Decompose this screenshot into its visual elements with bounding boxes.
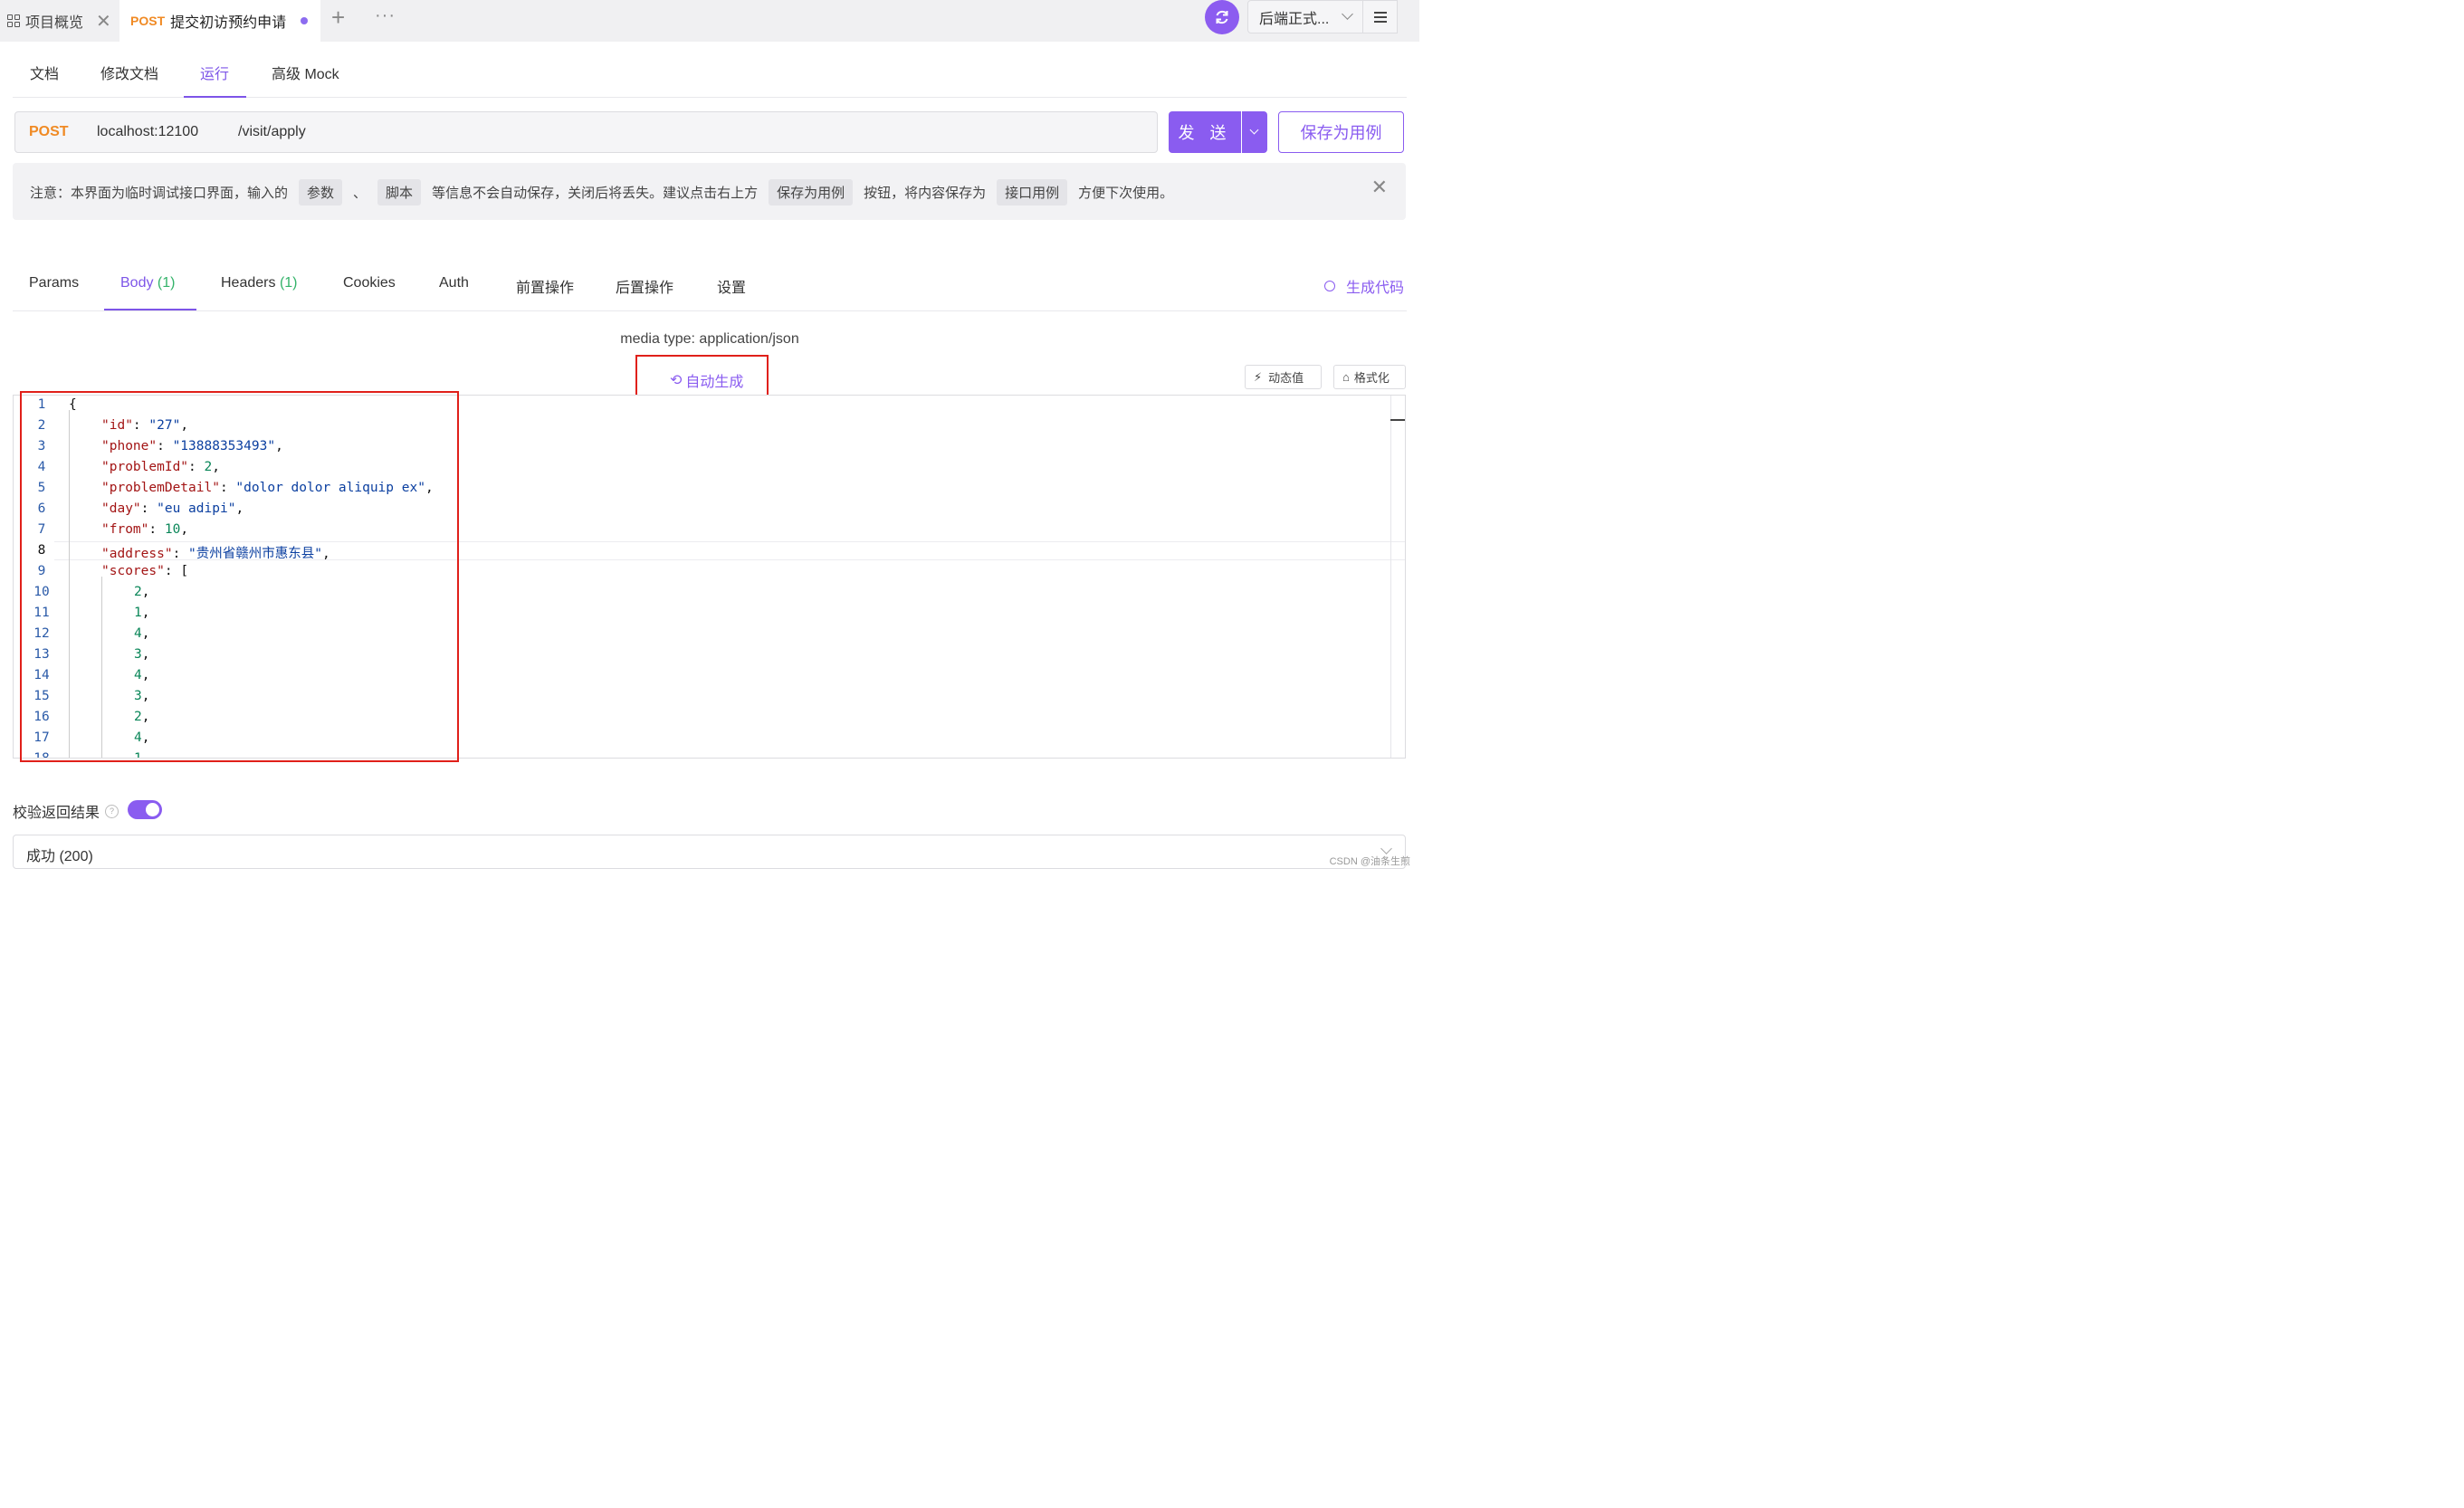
chevron-down-icon	[1342, 8, 1353, 20]
media-type-label: media type: application/json	[620, 331, 799, 347]
notice-text: 按钮，将内容保存为	[864, 186, 987, 201]
tab-headers-label: Headers	[221, 275, 276, 291]
request-host: localhost:12100	[97, 124, 199, 139]
tab-request-title: 提交初访预约申请	[170, 15, 287, 31]
generate-code-label: 生成代码	[1346, 281, 1405, 296]
notice-chip-api-case: 接口用例	[997, 179, 1068, 205]
tab-project-overview-label: 项目概览	[25, 15, 84, 31]
notice-chip-params: 参数	[299, 179, 343, 205]
temporary-debug-notice: 注意：本界面为临时调试接口界面，输入的 参数 、 脚本 等信息不会自动保存，关闭…	[13, 163, 1406, 220]
tab-project-overview[interactable]: 项目概览 ✕	[0, 0, 119, 42]
generate-code-button[interactable]: 生成代码	[1324, 275, 1404, 297]
tab-method-badge: POST	[130, 14, 166, 28]
hamburger-menu-button[interactable]	[1363, 0, 1398, 33]
unsaved-dot-icon	[301, 17, 309, 24]
http-method[interactable]: POST	[29, 124, 69, 140]
code-gen-icon	[1324, 281, 1335, 291]
editor-scroll-thumb[interactable]	[1390, 419, 1405, 421]
tab-advanced-mock[interactable]: 高级 Mock	[272, 62, 339, 83]
chevron-down-icon	[1380, 843, 1392, 854]
watermark: CSDN @油条生煎	[1329, 856, 1410, 867]
notice-text: 注意：本界面为临时调试接口界面，输入的	[30, 186, 289, 201]
notice-chip-script: 脚本	[377, 179, 422, 205]
save-as-case-button[interactable]: 保存为用例	[1278, 111, 1404, 153]
format-label: 格式化	[1353, 371, 1390, 385]
tab-edit-doc[interactable]: 修改文档	[100, 62, 158, 83]
sync-button[interactable]	[1205, 0, 1239, 34]
send-dropdown-button[interactable]	[1242, 111, 1267, 153]
validate-response-row: 校验返回结果 ?	[13, 800, 119, 822]
environment-select[interactable]: 后端正式...	[1247, 0, 1363, 33]
tab-request-apply[interactable]: POST 提交初访预约申请	[119, 0, 320, 42]
response-result-value: 成功 (200)	[26, 849, 93, 864]
tab-run[interactable]: 运行	[200, 62, 229, 83]
response-result-select[interactable]: 成功 (200)	[13, 835, 1406, 869]
close-icon[interactable]: ✕	[96, 10, 111, 33]
active-tab-indicator	[104, 309, 196, 310]
request-url-bar[interactable]: POST localhost:12100 /visit/apply	[14, 111, 1158, 153]
tab-params[interactable]: Params	[29, 275, 79, 291]
close-icon[interactable]: ✕	[1371, 176, 1388, 199]
tab-auth[interactable]: Auth	[439, 275, 469, 291]
format-button[interactable]: ⌂ 格式化	[1333, 365, 1406, 389]
magic-wand-icon: ⚡	[1254, 369, 1263, 384]
environment-value: 后端正式...	[1259, 11, 1330, 27]
grid-icon	[7, 14, 20, 27]
request-path[interactable]: /visit/apply	[238, 124, 306, 140]
validate-response-label: 校验返回结果	[13, 806, 100, 821]
tab-doc[interactable]: 文档	[30, 62, 59, 83]
tab-pre-operations[interactable]: 前置操作	[516, 275, 574, 297]
annotation-highlight-box	[20, 391, 459, 762]
notice-text: 等信息不会自动保存，关闭后将丢失。建议点击右上方	[432, 186, 759, 201]
tab-body-count: (1)	[157, 275, 176, 291]
dynamic-value-button[interactable]: ⚡ 动态值	[1245, 365, 1322, 389]
send-button[interactable]: 发 送	[1169, 111, 1241, 153]
tab-post-operations[interactable]: 后置操作	[616, 275, 673, 297]
tab-headers-count: (1)	[279, 275, 298, 291]
notice-separator: 、	[353, 186, 368, 201]
validate-response-toggle[interactable]	[128, 800, 162, 819]
active-tab-indicator	[184, 96, 246, 98]
toggle-knob	[146, 803, 159, 816]
editor-scrollbar[interactable]	[1390, 396, 1391, 758]
notice-text: 方便下次使用。	[1078, 186, 1174, 201]
chevron-down-icon	[1249, 125, 1259, 135]
sync-icon	[1216, 10, 1228, 24]
format-icon: ⌂	[1342, 370, 1350, 384]
tab-cookies[interactable]: Cookies	[343, 275, 396, 291]
tab-body[interactable]: Body (1)	[120, 275, 175, 291]
more-tabs-icon[interactable]: ···	[375, 5, 396, 26]
divider	[13, 310, 1407, 311]
new-tab-plus-icon[interactable]: +	[331, 4, 345, 32]
dynamic-value-label: 动态值	[1268, 371, 1304, 385]
tab-settings[interactable]: 设置	[717, 275, 746, 297]
tab-headers[interactable]: Headers (1)	[221, 275, 298, 291]
notice-chip-save-case: 保存为用例	[769, 179, 854, 205]
help-icon[interactable]: ?	[105, 804, 119, 818]
tab-body-label: Body	[120, 275, 154, 291]
